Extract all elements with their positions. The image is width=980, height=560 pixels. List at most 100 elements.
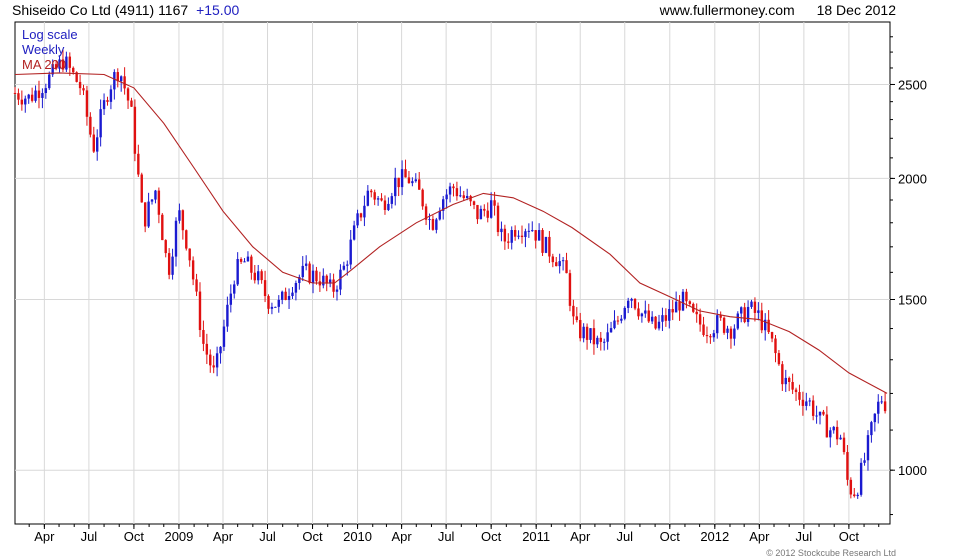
- candle-body: [592, 328, 596, 345]
- candle-body: [287, 296, 291, 300]
- candle-body: [13, 92, 17, 94]
- candle-body: [349, 239, 352, 265]
- price-chart: Apr Jul Oct 2009 Apr Jul Oct 2010 Apr Jul Oct 2011 A…: [13, 21, 927, 544]
- candle-body: [510, 230, 513, 243]
- candle-body: [102, 100, 106, 110]
- x-tick-label: Jul: [796, 529, 813, 544]
- candle-body: [96, 137, 99, 152]
- candle-body: [808, 400, 811, 402]
- candle-body: [308, 263, 311, 283]
- candle-body: [82, 88, 85, 91]
- candle-body: [698, 314, 702, 325]
- candle-body: [582, 326, 585, 339]
- candle-body: [575, 316, 579, 320]
- x-tick-label: 2010: [343, 529, 372, 544]
- candle-body: [229, 293, 233, 305]
- candle-body: [620, 318, 623, 321]
- candle-body: [551, 256, 555, 263]
- candle-body: [589, 328, 592, 340]
- candle-body: [524, 231, 527, 238]
- candle-body: [17, 93, 20, 100]
- x-tick-label: 2009: [164, 529, 193, 544]
- candle-body: [332, 279, 335, 292]
- candle-body: [743, 307, 746, 323]
- candle-body: [24, 98, 27, 105]
- candle-body: [222, 326, 226, 347]
- candle-body: [181, 210, 185, 231]
- candle-body: [603, 341, 606, 343]
- candle-body: [161, 214, 164, 241]
- candle-body: [445, 194, 448, 200]
- candle-body: [219, 346, 222, 354]
- candle-body: [143, 202, 147, 227]
- candle-body: [435, 219, 438, 230]
- candle-body: [616, 320, 620, 322]
- candle-body: [421, 189, 424, 207]
- candle-body: [174, 220, 178, 257]
- candle-body: [270, 306, 274, 309]
- candle-body: [260, 271, 263, 281]
- candle-body: [736, 313, 740, 329]
- candle-body: [866, 435, 870, 461]
- candle-body: [746, 306, 750, 323]
- candle-body: [767, 319, 770, 333]
- candle-body: [832, 426, 835, 431]
- candle-body: [513, 230, 517, 237]
- candle-body: [198, 291, 202, 331]
- candle-body: [253, 272, 256, 281]
- candle-body: [801, 399, 805, 406]
- candle-body: [853, 494, 856, 497]
- candle-body: [630, 298, 633, 301]
- candle-body: [356, 213, 359, 226]
- candle-body: [849, 479, 853, 495]
- candle-body: [661, 315, 664, 322]
- candle-body: [479, 208, 483, 220]
- candle-body: [493, 200, 496, 206]
- candle-body: [609, 328, 613, 333]
- candle-body: [712, 333, 716, 338]
- candle-body: [48, 74, 51, 89]
- candle-body: [877, 401, 880, 414]
- candle-body: [873, 413, 877, 423]
- candle-body: [411, 181, 414, 184]
- candle-body: [726, 328, 729, 333]
- candle-body: [284, 291, 287, 300]
- candle-body: [565, 260, 568, 274]
- candle-body: [263, 280, 267, 297]
- candle-body: [394, 177, 397, 197]
- candle-body: [459, 195, 462, 197]
- candle-body: [863, 460, 866, 463]
- candle-body: [85, 90, 89, 117]
- x-tick-label: Oct: [124, 529, 145, 544]
- candle-body: [825, 414, 829, 438]
- candle-body: [414, 179, 417, 182]
- candle-body: [37, 90, 41, 98]
- candle-body: [226, 304, 229, 327]
- x-tick-label: Oct: [481, 529, 502, 544]
- candle-body: [418, 179, 421, 190]
- candle-body: [476, 204, 479, 220]
- candle-body: [483, 208, 486, 211]
- candle-body: [133, 106, 137, 154]
- candle-body: [839, 437, 842, 440]
- candle-body: [716, 315, 719, 334]
- candle-body: [335, 289, 339, 292]
- candle-body: [671, 309, 674, 313]
- candle-body: [294, 282, 298, 293]
- candle-body: [644, 310, 647, 314]
- x-tick-label: 2011: [522, 529, 550, 544]
- candle-body: [233, 284, 236, 294]
- candle-body: [835, 426, 839, 440]
- candle-body: [695, 311, 698, 315]
- candle-body: [740, 307, 743, 314]
- candle-body: [274, 306, 277, 308]
- candle-body: [846, 452, 849, 480]
- candle-body: [709, 336, 712, 338]
- candle-body: [89, 116, 92, 135]
- candle-body: [561, 260, 565, 262]
- candle-body: [373, 192, 376, 200]
- candle-body: [150, 199, 154, 202]
- candle-body: [109, 89, 113, 102]
- candle-body: [301, 265, 304, 278]
- candle-body: [202, 330, 205, 344]
